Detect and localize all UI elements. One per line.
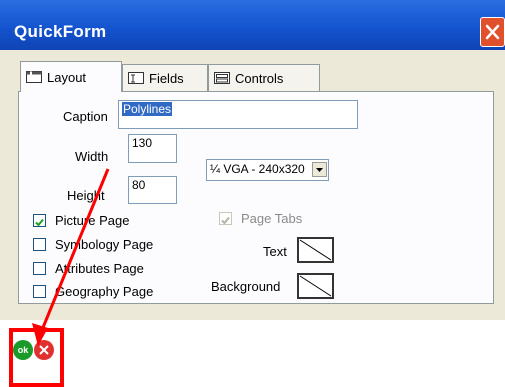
- annotation-arrow: [32, 168, 110, 346]
